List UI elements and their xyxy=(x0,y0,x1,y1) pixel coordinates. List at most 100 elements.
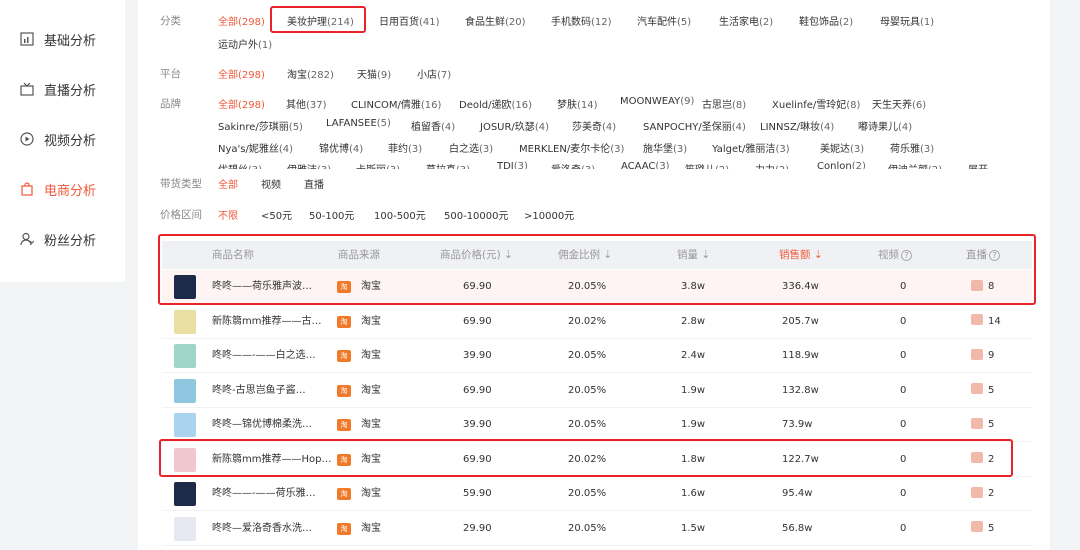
sidebar-item-ecommerce[interactable]: 电商分析 xyxy=(20,179,96,199)
product-source: 淘宝 xyxy=(361,315,381,327)
price-option[interactable]: 50-100元 xyxy=(309,207,354,222)
sales-volume: 2.4w xyxy=(681,350,706,361)
product-thumbnail[interactable] xyxy=(174,378,196,403)
brand-option[interactable]: ACAAC(3) xyxy=(621,161,670,169)
brand-option[interactable]: 植留香(4) xyxy=(411,118,455,133)
sidebar-item-label: 基础分析 xyxy=(44,33,97,49)
live-count-cell[interactable]: 5 xyxy=(971,374,994,408)
filter-option-label: Deold/递欧 xyxy=(459,100,512,111)
product-name[interactable]: 新陈篛mm推荐——古… xyxy=(212,305,321,339)
product-name[interactable]: 咚咚—锦优博棉柔洗… xyxy=(212,408,312,442)
brand-option[interactable]: 力力(2) xyxy=(755,161,789,169)
brand-option[interactable]: 美妮达(3) xyxy=(820,140,864,155)
live-icon xyxy=(20,82,34,96)
brand-option[interactable]: 其他(37) xyxy=(286,96,327,111)
brand-option[interactable]: MOONWEAY(9) xyxy=(620,96,694,107)
brand-option[interactable]: MERKLEN/麦尔卡伦(3) xyxy=(519,140,624,155)
sale-type-option[interactable]: 直播 xyxy=(304,176,324,191)
sale-type-option[interactable]: 视频 xyxy=(261,176,281,191)
filter-option-count: (4) xyxy=(534,122,549,133)
product-name[interactable]: 咚咚—爱洛奇香水洗… xyxy=(212,512,312,546)
brand-option[interactable]: 爱洛奇(3) xyxy=(551,161,595,169)
live-count-cell[interactable]: 14 xyxy=(971,305,1001,339)
brand-option[interactable]: 优碧丝(3) xyxy=(218,161,262,169)
product-source: 淘宝 xyxy=(361,522,381,534)
brand-option[interactable]: Deold/递欧(16) xyxy=(459,96,532,111)
brand-option[interactable]: LAFANSEE(5) xyxy=(326,118,391,129)
sales-revenue: 118.9w xyxy=(782,350,819,361)
sidebar-item-fans[interactable]: 粉丝分析 xyxy=(20,229,96,249)
commission-rate: 20.05% xyxy=(568,350,607,361)
price-option[interactable]: 不限 xyxy=(218,207,238,222)
live-count-cell[interactable]: 5 xyxy=(971,512,994,546)
brand-option[interactable]: Sakinre/莎琪丽(5) xyxy=(218,118,303,133)
brand-option[interactable]: 莎美奇(4) xyxy=(572,118,616,133)
live-count-cell[interactable]: 9 xyxy=(971,339,994,373)
product-thumbnail[interactable] xyxy=(174,309,196,334)
product-name[interactable]: 咚咚-古思岂鱼子酱… xyxy=(212,374,306,408)
video-count: 0 xyxy=(900,522,907,534)
product-name[interactable]: 咚咚——-——荷乐雅… xyxy=(212,477,316,511)
brand-option[interactable]: 锦优博(4) xyxy=(319,140,363,155)
brand-option[interactable]: Conlon(2) xyxy=(817,161,866,169)
brand-option[interactable]: 白之选(3) xyxy=(449,140,493,155)
product-source: 淘宝 xyxy=(361,384,381,396)
brand-option[interactable]: LINNSZ/琳妆(4) xyxy=(760,118,834,133)
filter-option-label: 爱洛奇 xyxy=(551,165,581,169)
brand-option[interactable]: 梦肤(14) xyxy=(557,96,598,111)
expand-button[interactable]: 展开 xyxy=(968,161,988,169)
brand-option[interactable]: 笙璐儿(2) xyxy=(685,161,729,169)
product-name[interactable]: 咚咚——-——白之选… xyxy=(212,339,316,373)
product-price: 69.90 xyxy=(463,315,492,327)
sale-type-option[interactable]: 全部 xyxy=(218,176,238,191)
brand-option[interactable]: 草拉真(3) xyxy=(426,161,470,169)
brand-option[interactable]: 嘟诗果儿(4) xyxy=(858,118,912,133)
product-thumbnail[interactable] xyxy=(174,413,196,437)
filter-option-count: (16) xyxy=(420,100,442,111)
price-option[interactable]: >10000元 xyxy=(524,207,574,222)
brand-option[interactable]: TDI(3) xyxy=(497,161,528,169)
live-count-cell[interactable]: 5 xyxy=(971,408,994,442)
price-option[interactable]: 100-500元 xyxy=(374,207,426,222)
filter-option-label: <50元 xyxy=(261,211,293,222)
brand-option[interactable]: 天生天养(6) xyxy=(872,96,926,111)
filter-option-label: 其他 xyxy=(286,100,306,111)
brand-option[interactable]: Nya's/妮雅丝(4) xyxy=(218,140,293,155)
price-option[interactable]: 500-10000元 xyxy=(444,207,509,222)
product-thumbnail[interactable] xyxy=(174,482,196,506)
sidebar-item-video[interactable]: 视频分析 xyxy=(20,129,96,149)
filter-option-label: Conlon xyxy=(817,161,852,169)
table-row[interactable]: 咚咚——-——白之选… 淘淘宝 39.90 20.05% 2.4w 118.9w 0 9 xyxy=(162,339,1032,373)
brand-option[interactable]: 荷乐雅(3) xyxy=(890,140,934,155)
shopping-bag-icon xyxy=(20,182,34,196)
filter-label-sale-type: 带货类型 xyxy=(160,178,202,190)
sidebar-item-basic[interactable]: 基础分析 xyxy=(20,29,96,49)
brand-option[interactable]: 菲约(3) xyxy=(388,140,422,155)
brand-option[interactable]: 卡斯丽(3) xyxy=(356,161,400,169)
filter-option-label: 全部 xyxy=(218,100,238,111)
table-row[interactable]: 新陈篛mm推荐——古… 淘淘宝 69.90 20.02% 2.8w 205.7w 0 14 xyxy=(162,305,1032,339)
filter-option-label: >10000元 xyxy=(524,211,575,222)
table-row[interactable]: 咚咚-古思岂鱼子酱… 淘淘宝 69.90 20.05% 1.9w 132.8w 0 5 xyxy=(162,374,1032,408)
price-option[interactable]: <50元 xyxy=(261,207,292,222)
filter-option-label: 莎美奇 xyxy=(572,122,602,133)
filter-option-count: (4) xyxy=(602,122,617,133)
brand-option[interactable]: 伊迪兰颜(2) xyxy=(888,161,942,169)
brand-option[interactable]: 全部(298) xyxy=(218,96,265,111)
brand-option[interactable]: Xuelinfe/雪玲妃(8) xyxy=(772,96,860,111)
brand-option[interactable]: SANPOCHY/圣保丽(4) xyxy=(643,118,746,133)
live-count-cell[interactable]: 2 xyxy=(971,477,994,511)
brand-option[interactable]: JOSUR/玖瑟(4) xyxy=(480,118,549,133)
sidebar-item-live[interactable]: 直播分析 xyxy=(20,79,96,99)
brand-option[interactable]: 伊雅洁(3) xyxy=(287,161,331,169)
brand-option[interactable]: 施华堡(3) xyxy=(643,140,687,155)
brand-option[interactable]: CLINCOM/倩雅(16) xyxy=(351,96,441,111)
live-count: 5 xyxy=(988,384,995,396)
product-thumbnail[interactable] xyxy=(174,516,196,541)
brand-option[interactable]: 古思岂(8) xyxy=(702,96,746,111)
product-thumbnail[interactable] xyxy=(174,344,196,368)
table-row[interactable]: 咚咚—爱洛奇香水洗… 淘淘宝 29.90 20.05% 1.5w 56.8w 0 5 xyxy=(162,512,1032,546)
table-row[interactable]: 咚咚—锦优博棉柔洗… 淘淘宝 39.90 20.05% 1.9w 73.9w 0 5 xyxy=(162,408,1032,442)
table-row[interactable]: 咚咚——-——荷乐雅… 淘淘宝 59.90 20.05% 1.6w 95.4w 0 2 xyxy=(162,477,1032,511)
brand-option[interactable]: Yalget/雅丽洁(3) xyxy=(712,140,790,155)
